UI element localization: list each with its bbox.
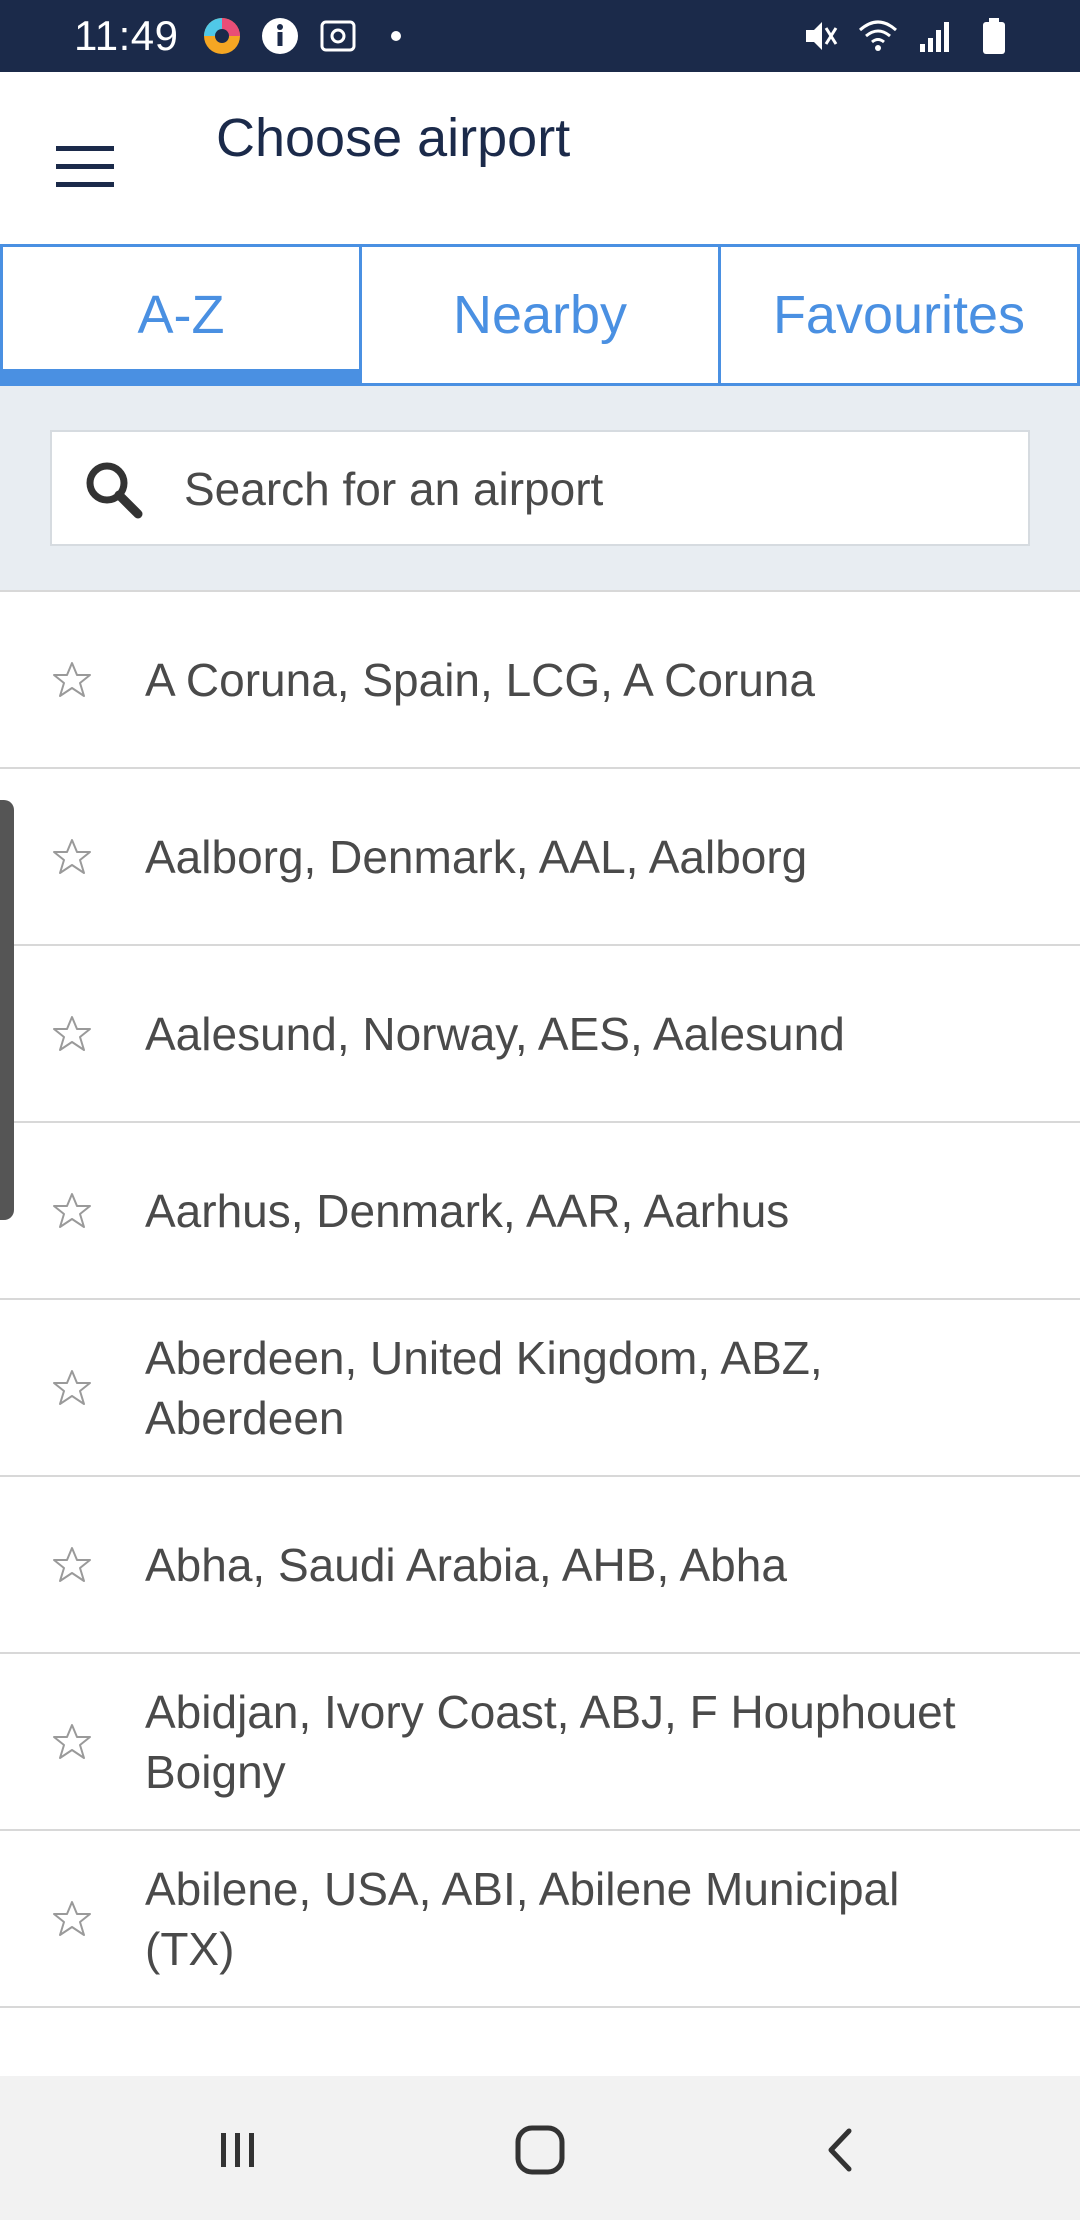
recent-apps-button[interactable] bbox=[200, 2112, 276, 2188]
airport-label: Aarhus, Denmark, AAR, Aarhus bbox=[145, 1184, 790, 1237]
airport-label: Aberdeen, United Kingdom, ABZ, Aberdeen bbox=[145, 1331, 823, 1444]
app-icon bbox=[200, 14, 244, 58]
airport-label: Abha, Saudi Arabia, AHB, Abha bbox=[145, 1538, 787, 1591]
airport-row[interactable]: A Coruna, Spain, LCG, A Coruna bbox=[0, 592, 1080, 769]
menu-button[interactable] bbox=[40, 122, 130, 212]
favourite-star-icon[interactable] bbox=[50, 835, 94, 879]
favourite-star-icon[interactable] bbox=[50, 1543, 94, 1587]
search-box[interactable] bbox=[50, 430, 1030, 546]
favourite-star-icon[interactable] bbox=[50, 1366, 94, 1410]
nav-bar bbox=[0, 2076, 1080, 2220]
status-bar: 11:49 bbox=[0, 0, 1080, 72]
favourite-star-icon[interactable] bbox=[50, 1012, 94, 1056]
airport-label: A Coruna, Spain, LCG, A Coruna bbox=[145, 653, 815, 706]
back-icon bbox=[828, 2128, 852, 2172]
airport-row[interactable]: Abidjan, Ivory Coast, ABJ, F Houphouet B… bbox=[0, 1654, 1080, 1831]
home-icon bbox=[515, 2125, 565, 2175]
airport-row[interactable]: Aalborg, Denmark, AAL, Aalborg bbox=[0, 769, 1080, 946]
recent-apps-icon bbox=[221, 2133, 254, 2167]
home-button[interactable] bbox=[502, 2112, 578, 2188]
airport-list: A Coruna, Spain, LCG, A Coruna Aalborg, D… bbox=[0, 590, 1080, 2078]
airport-row[interactable]: Abilene, USA, ABI, Abilene Municipal (TX… bbox=[0, 1831, 1080, 2008]
search-area bbox=[0, 386, 1080, 590]
airport-row[interactable]: Abu Dhabi, United Arab Emirates, AUH, bbox=[0, 2008, 1080, 2078]
info-icon bbox=[258, 14, 302, 58]
search-input[interactable] bbox=[182, 432, 1016, 546]
hamburger-menu-icon bbox=[56, 146, 114, 187]
airport-label: Aalborg, Denmark, AAL, Aalborg bbox=[145, 830, 808, 883]
tab-a-z[interactable]: A-Z bbox=[0, 247, 359, 383]
airport-label: Abilene, USA, ABI, Abilene Municipal (TX… bbox=[145, 1862, 900, 1975]
signal-icon bbox=[914, 14, 958, 58]
tab-nearby[interactable]: Nearby bbox=[359, 247, 718, 383]
airport-label: Aalesund, Norway, AES, Aalesund bbox=[145, 1007, 845, 1060]
airport-label: Abidjan, Ivory Coast, ABJ, F Houphouet B… bbox=[145, 1685, 956, 1798]
back-button[interactable] bbox=[804, 2112, 880, 2188]
airport-row[interactable]: Aarhus, Denmark, AAR, Aarhus bbox=[0, 1123, 1080, 1300]
status-left-icons bbox=[200, 14, 418, 58]
favourite-star-icon[interactable] bbox=[50, 1720, 94, 1764]
mute-icon bbox=[798, 14, 842, 58]
favourite-star-icon[interactable] bbox=[50, 1897, 94, 1941]
dot-icon bbox=[374, 14, 418, 58]
scroll-handle[interactable] bbox=[0, 800, 14, 1220]
tab-favourites[interactable]: Favourites bbox=[718, 247, 1080, 383]
app-bar: Choose airport bbox=[0, 72, 1080, 244]
battery-icon bbox=[972, 14, 1016, 58]
airport-row[interactable]: Aalesund, Norway, AES, Aalesund bbox=[0, 946, 1080, 1123]
screen-icon bbox=[316, 14, 360, 58]
airport-row[interactable]: Abha, Saudi Arabia, AHB, Abha bbox=[0, 1477, 1080, 1654]
tab-bar: A-Z Nearby Favourites bbox=[0, 244, 1080, 386]
status-time: 11:49 bbox=[74, 12, 179, 59]
favourite-star-icon[interactable] bbox=[50, 658, 94, 702]
search-icon bbox=[86, 462, 143, 519]
page-title: Choose airport bbox=[216, 108, 571, 168]
wifi-icon bbox=[856, 14, 900, 58]
favourite-star-icon[interactable] bbox=[50, 1189, 94, 1233]
airport-row[interactable]: Aberdeen, United Kingdom, ABZ, Aberdeen bbox=[0, 1300, 1080, 1477]
status-right-icons bbox=[798, 14, 1016, 58]
